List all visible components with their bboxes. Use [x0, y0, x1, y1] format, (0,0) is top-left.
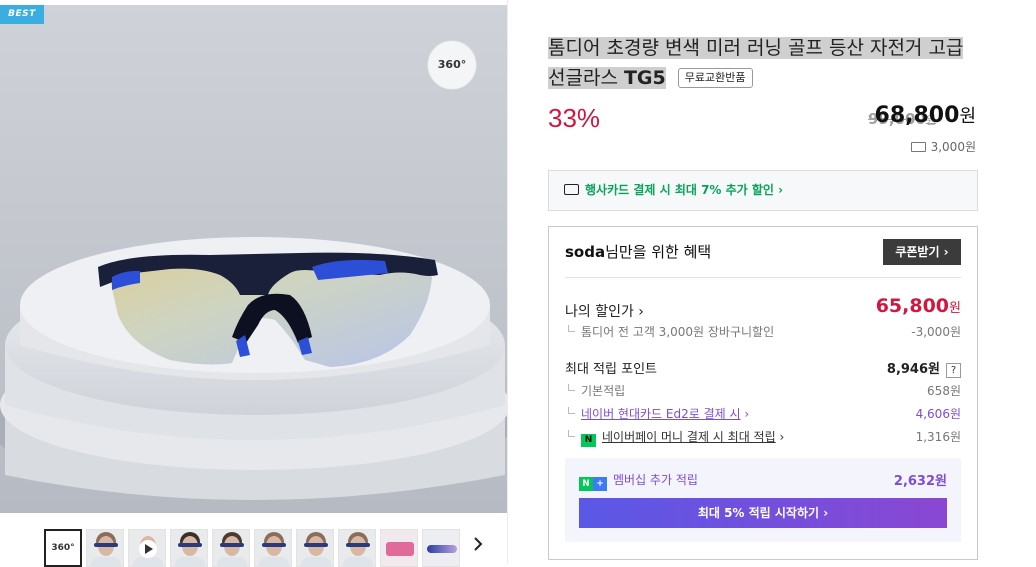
- chevron-right-icon: ›: [744, 407, 750, 421]
- thumb-shirt: [301, 557, 331, 566]
- thumbnail-item[interactable]: [212, 529, 250, 567]
- help-icon[interactable]: ?: [946, 363, 961, 378]
- naver-n-icon: N: [579, 477, 593, 491]
- npay-link[interactable]: N 네이버페이 머니 결제 시 최대 적립 ›: [565, 428, 784, 447]
- product-model: TG5: [623, 67, 666, 89]
- thumbnail-item[interactable]: [170, 529, 208, 567]
- npay-label[interactable]: 네이버페이 머니 결제 시 최대 적립: [602, 430, 776, 444]
- best-badge: BEST: [0, 5, 44, 24]
- hyundai-card-value: 4,606원: [915, 407, 961, 421]
- sale-price: 68,800원: [875, 102, 976, 128]
- thumb-lens: [427, 545, 457, 553]
- plus-icon: +: [593, 477, 607, 491]
- my-price: 65,800원: [876, 295, 961, 317]
- thumb-shirt: [259, 557, 289, 566]
- product-gallery: BEST 360° 360°: [0, 0, 507, 567]
- my-price-unit: 원: [949, 301, 961, 316]
- hyundai-card-label[interactable]: 네이버 현대카드 Ed2로 결제 시: [581, 407, 741, 421]
- benefit-title: soda님만을 위한 혜택: [565, 241, 711, 262]
- benefit-box: soda님만을 위한 혜택 쿠폰받기 › 나의 할인가 › 65,800원 톰디…: [548, 226, 978, 560]
- membership-label: 멤버십 추가 적립: [613, 473, 698, 487]
- product-info-panel: 톰디어 초경량 변색 미러 러닝 골프 등산 자전거 고급 선글라스 TG5 무…: [507, 0, 1036, 564]
- thumbnail-next-chevron-icon[interactable]: [469, 534, 487, 560]
- benefit-divider: [565, 277, 961, 278]
- thumb-shirt: [175, 557, 205, 566]
- my-price-value: 65,800: [875, 295, 950, 317]
- thumbnail-item[interactable]: [296, 529, 334, 567]
- thumb-glasses: [346, 543, 370, 547]
- shipping-fee: 3,000원: [910, 138, 976, 155]
- chevron-right-icon: ›: [779, 430, 785, 444]
- thumbnail-item[interactable]: [254, 529, 292, 567]
- thumb-shirt: [91, 557, 121, 566]
- product-title-main: 톰디어 초경량 변색 미러 러닝 골프 등산 자전거 고급: [548, 37, 964, 59]
- cart-discount-label: 톰디어 전 고객 3,000원 장바구니할인: [565, 323, 774, 340]
- thumb-glasses: [94, 543, 118, 547]
- discount-rate: 33%: [548, 103, 601, 133]
- thumb-glasses: [178, 543, 202, 547]
- membership-label-wrap: N + 멤버십 추가 적립: [579, 471, 698, 491]
- thumbnail-video[interactable]: [128, 529, 166, 567]
- hyundai-card-link[interactable]: 네이버 현대카드 Ed2로 결제 시 ›: [565, 405, 749, 422]
- sunglasses-photo: [0, 5, 507, 513]
- thumbnail-360[interactable]: 360°: [44, 529, 82, 567]
- points-value: 8,946원: [886, 362, 940, 377]
- user-name: soda: [565, 243, 606, 261]
- chevron-right-icon: [474, 537, 483, 551]
- main-product-image[interactable]: BEST 360°: [0, 5, 507, 513]
- product-title: 톰디어 초경량 변색 미러 러닝 골프 등산 자전거 고급 선글라스 TG5 무…: [548, 33, 988, 93]
- points-value-wrap: 8,946원?: [887, 358, 961, 378]
- credit-card-icon: [564, 184, 579, 195]
- thumb-shirt: [343, 557, 373, 566]
- thumb-shirt: [133, 557, 163, 566]
- product-title-word: 선글라스: [548, 67, 618, 89]
- shipping-fee-value: 3,000원: [930, 140, 976, 154]
- card-promo-banner[interactable]: 행사카드 결제 시 최대 7% 추가 할인 ›: [548, 170, 978, 211]
- npay-value: 1,316원: [915, 430, 961, 444]
- membership-box: N + 멤버십 추가 적립 2,632원 최대 5% 적립 시작하기 ›: [565, 458, 961, 542]
- view-360-button[interactable]: 360°: [427, 40, 477, 90]
- thumbnail-strip: 360°: [0, 522, 507, 567]
- naver-plus-icon: N +: [579, 475, 607, 491]
- thumbnail-lens[interactable]: [422, 529, 460, 567]
- thumb-shirt: [217, 557, 247, 566]
- free-return-badge[interactable]: 무료교환반품: [677, 68, 753, 88]
- product-title-line2: 선글라스 TG5: [548, 67, 666, 89]
- points-label: 최대 적립 포인트: [565, 362, 657, 377]
- sale-price-unit: 원: [959, 106, 976, 127]
- basic-points-value: 658원: [927, 384, 961, 398]
- play-icon: [139, 540, 157, 558]
- cart-discount-value: -3,000원: [911, 325, 961, 339]
- thumbnail-item[interactable]: [86, 529, 124, 567]
- membership-value: 2,632원: [893, 474, 947, 489]
- thumb-glasses: [304, 543, 328, 547]
- benefit-title-suffix: 님만을 위한 혜택: [605, 243, 712, 261]
- thumbnail-item[interactable]: [338, 529, 376, 567]
- my-price-label[interactable]: 나의 할인가 ›: [565, 301, 644, 321]
- truck-icon: [910, 142, 926, 152]
- card-promo-text: 행사카드 결제 시 최대 7% 추가 할인 ›: [585, 183, 784, 197]
- thumb-glasses: [262, 543, 286, 547]
- thumbnail-package[interactable]: [380, 529, 418, 567]
- start-membership-button[interactable]: 최대 5% 적립 시작하기 ›: [579, 498, 947, 528]
- thumb-glasses: [220, 543, 244, 547]
- thumb-package: [386, 542, 414, 556]
- npay-icon: N: [581, 434, 596, 447]
- coupon-button[interactable]: 쿠폰받기 ›: [883, 239, 961, 265]
- basic-points-label: 기본적립: [565, 382, 625, 399]
- sale-price-value: 68,800: [874, 103, 960, 128]
